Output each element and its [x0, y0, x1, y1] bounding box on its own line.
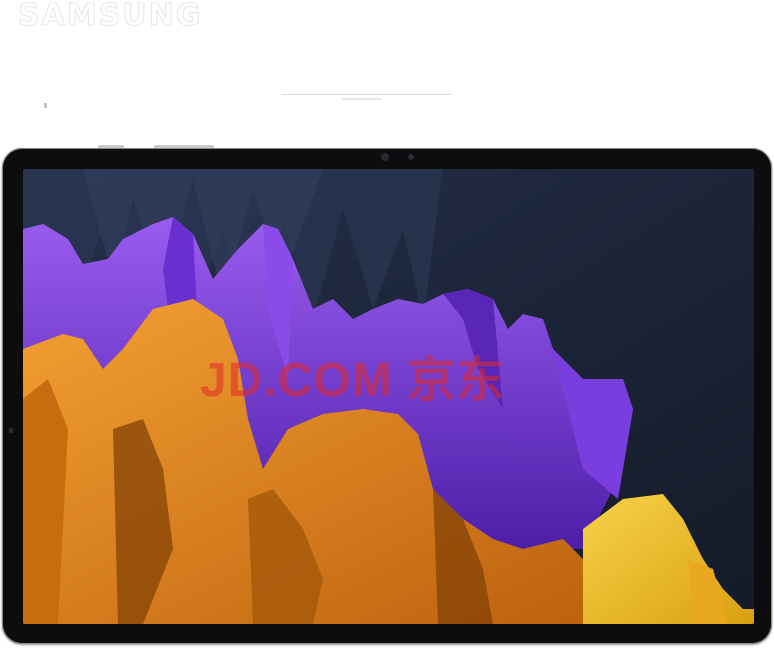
decorative-mark: [44, 103, 47, 108]
side-button: [9, 428, 13, 433]
samsung-logo: SAMSUNG: [17, 0, 203, 34]
divider-line: [282, 94, 452, 95]
tablet-device: [2, 145, 772, 644]
wallpaper-illustration: [23, 169, 754, 624]
divider-line-accent: [342, 98, 382, 100]
front-camera-icon: [381, 153, 389, 161]
sensor-icon: [408, 154, 414, 160]
tablet-screen-wallpaper: [23, 169, 754, 624]
